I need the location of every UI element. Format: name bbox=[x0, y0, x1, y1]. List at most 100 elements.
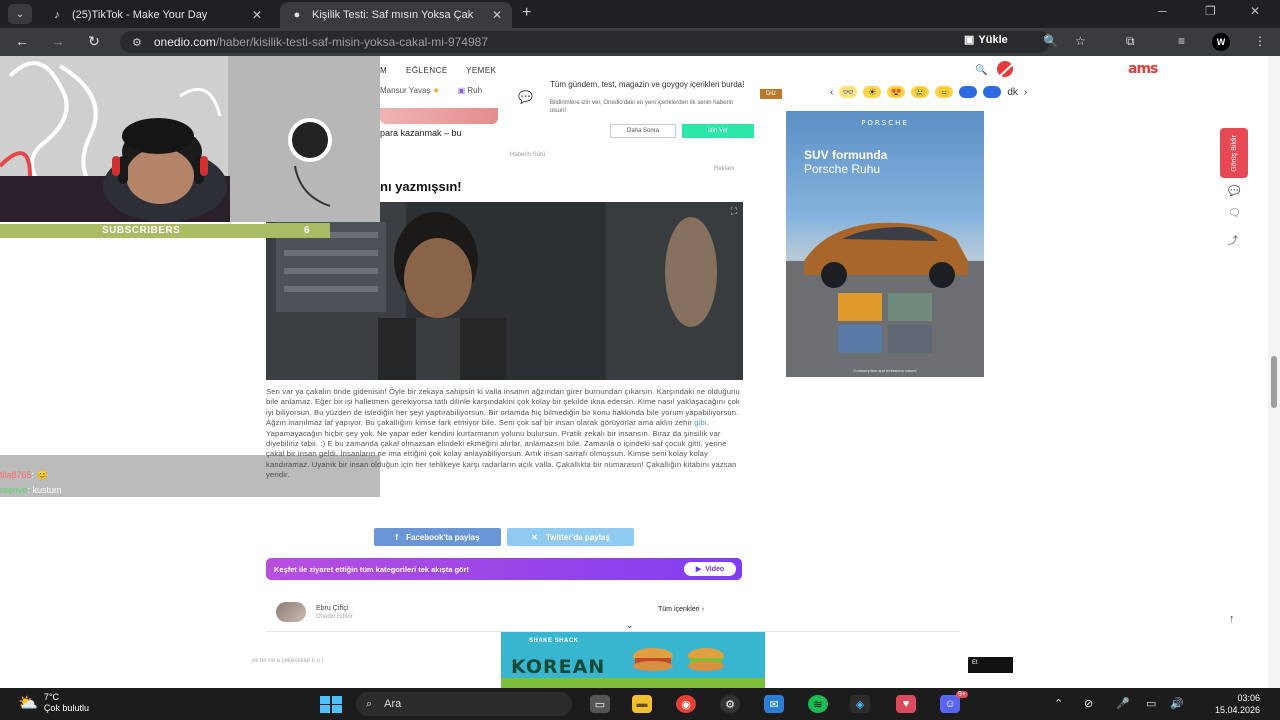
fullscreen-icon[interactable]: ⛶ bbox=[731, 206, 737, 217]
faded-side-text: ek bir ne a çekeceklar k u l bbox=[252, 658, 324, 664]
onedio-logo[interactable] bbox=[996, 60, 1022, 78]
share-facebook-button[interactable]: f Facebook'ta paylaş bbox=[374, 528, 501, 546]
page-scrollbar[interactable] bbox=[1268, 56, 1280, 688]
weather-widget[interactable]: ⛅ 7°C Çok bulutlu bbox=[18, 692, 89, 714]
extensions-icon[interactable]: ⧉ bbox=[1126, 34, 1135, 49]
mail-icon[interactable]: ✉ bbox=[764, 695, 784, 713]
ams-logo[interactable]: ams bbox=[1128, 61, 1158, 77]
chat-icon[interactable]: 🗨 bbox=[1228, 208, 1241, 219]
search-icon: ⌕ bbox=[366, 697, 373, 710]
category-tag[interactable]: Dilz bbox=[760, 89, 782, 99]
media-icon[interactable]: ≡ bbox=[1178, 34, 1185, 48]
discord-icon[interactable]: ☺ bbox=[940, 695, 960, 713]
menu-icon[interactable]: ⋮ bbox=[1254, 34, 1266, 48]
minimize-button[interactable]: ─ bbox=[1158, 4, 1167, 18]
tab-tiktok[interactable]: ♪ (25)TikTok - Make Your Day ✕ bbox=[40, 2, 272, 28]
news-snippet[interactable]: para kazanmak – bu bbox=[380, 128, 462, 138]
clock-time: 03:06 bbox=[1237, 693, 1260, 703]
reaction-blue2-icon[interactable] bbox=[983, 86, 1002, 98]
nav-item-yemek[interactable]: YEMEK bbox=[466, 66, 497, 75]
task-view-icon[interactable]: ▭ bbox=[590, 695, 610, 713]
car-illustration bbox=[786, 222, 984, 377]
explore-text: Keşfet ile ziyaret ettiğin tüm kategoril… bbox=[274, 564, 470, 574]
author-role: Onedio Editör bbox=[316, 614, 353, 620]
chevron-down-icon[interactable]: ⌄ bbox=[626, 620, 634, 631]
prev-icon[interactable]: ‹ bbox=[830, 87, 833, 98]
subscriber-goal-bar: SUBSCRIBERS 6 bbox=[0, 223, 330, 238]
tab-search-button[interactable]: ⌄ bbox=[8, 4, 32, 24]
porsche-ad[interactable]: PORSCHE SUV formunda Porsche Ruhu Consum… bbox=[786, 111, 984, 377]
reaction-meh-icon[interactable]: 😑 bbox=[935, 86, 954, 98]
back-icon[interactable]: ← bbox=[12, 33, 32, 49]
inline-link[interactable]: gibi bbox=[694, 418, 706, 427]
reaction-sad-icon[interactable]: 😢 bbox=[911, 86, 930, 98]
scrollbar-thumb[interactable] bbox=[1271, 356, 1277, 408]
reaction-blue-icon[interactable] bbox=[959, 86, 978, 98]
chat-message: reenve: kustum bbox=[0, 485, 62, 495]
taskbar-search[interactable]: ⌕ Ara bbox=[356, 692, 572, 716]
next-icon[interactable]: › bbox=[1024, 87, 1027, 98]
share-icon[interactable]: ⤴ bbox=[1228, 232, 1238, 247]
close-window-button[interactable]: ✕ bbox=[1250, 4, 1260, 18]
reload-icon[interactable]: ↻ bbox=[84, 33, 104, 50]
system-clock[interactable]: 03:06 15.04.2026 bbox=[1202, 692, 1260, 716]
forward-icon[interactable]: → bbox=[48, 33, 68, 49]
reaction-more[interactable]: dk bbox=[1007, 87, 1018, 98]
explore-banner[interactable]: Keşfet ile ziyaret ettiğin tüm kategoril… bbox=[266, 558, 742, 580]
subscriber-progress bbox=[0, 222, 266, 224]
allow-button[interactable]: İzin Ver bbox=[682, 124, 754, 138]
share-twitter-button[interactable]: ✕ Twitter'da paylaş bbox=[507, 528, 634, 546]
news-thumbnail[interactable] bbox=[380, 108, 498, 124]
profile-avatar[interactable]: W bbox=[1212, 33, 1230, 51]
nav-item-eglence[interactable]: EĞLENCE bbox=[406, 66, 448, 75]
spotify-icon[interactable]: ≋ bbox=[808, 695, 828, 713]
video-button[interactable]: ▶ Video bbox=[684, 562, 736, 576]
tab-onedio[interactable]: ● Kişilik Testi: Saf mısın Yoksa Çak ✕ bbox=[280, 2, 512, 28]
windows-start-icon[interactable] bbox=[320, 696, 342, 713]
site-info-icon[interactable]: ⚙ bbox=[132, 36, 142, 49]
feedback-button[interactable]: Görüş Bildir bbox=[1220, 128, 1248, 178]
result-gif: ⛶ bbox=[266, 202, 743, 380]
tiktok-icon: ♪ bbox=[54, 9, 60, 21]
new-tab-button[interactable]: + bbox=[522, 4, 531, 22]
scroll-top-icon[interactable]: ↑ bbox=[1229, 613, 1235, 625]
install-button[interactable]: ▣ Yükle bbox=[964, 33, 1008, 47]
reaction-glasses-icon[interactable]: 👓 bbox=[839, 86, 858, 98]
reaction-sun-icon[interactable]: ☀ bbox=[863, 86, 882, 98]
author-avatar[interactable] bbox=[276, 602, 306, 622]
ticker-item[interactable]: Mansur Yavaş ★ ▣ Ruh bbox=[380, 86, 482, 95]
ad-badge[interactable]: Et bbox=[968, 657, 1013, 673]
network-off-icon[interactable]: ⊘ bbox=[1084, 697, 1093, 710]
onedio-icon: ● bbox=[293, 9, 301, 21]
close-tab-icon[interactable]: ✕ bbox=[492, 8, 502, 22]
microphone-icon[interactable]: 🎤 bbox=[1116, 697, 1130, 710]
steam-icon[interactable]: ⚙ bbox=[720, 695, 740, 713]
bookmark-star-icon[interactable]: ☆ bbox=[1075, 34, 1086, 48]
chrome-icon[interactable]: ◉ bbox=[676, 695, 696, 713]
zoom-icon[interactable]: 🔍 bbox=[1043, 34, 1058, 48]
tray-chevron-icon[interactable]: ⌃ bbox=[1054, 697, 1063, 710]
app-icon[interactable]: ◈ bbox=[850, 695, 870, 713]
later-button[interactable]: Daha Sonra bbox=[610, 124, 676, 138]
site-search-icon[interactable]: 🔍 bbox=[975, 65, 987, 76]
emote-icon: 😊 bbox=[36, 470, 48, 480]
burger-illustration bbox=[501, 648, 765, 688]
notification-prompt: 💬 Tüm gündem, test, magazin ve goygoy iç… bbox=[518, 80, 754, 138]
address-bar[interactable]: ⚙ onedio.com/haber/kisilik-testi-saf-mis… bbox=[120, 31, 1050, 53]
browser-toolbar: ← → ↻ ⚙ onedio.com/haber/kisilik-testi-s… bbox=[0, 28, 1280, 56]
volume-icon[interactable]: 🔊 bbox=[1170, 697, 1184, 710]
comment-icon[interactable]: 💬 bbox=[1228, 186, 1240, 197]
close-tab-icon[interactable]: ✕ bbox=[252, 8, 262, 22]
reaction-love-icon[interactable]: 😍 bbox=[887, 86, 906, 98]
display-icon[interactable]: ▭ bbox=[1146, 697, 1156, 710]
file-explorer-icon[interactable]: ▬ bbox=[632, 695, 652, 713]
ad-kicker: Haberin Sürü bbox=[510, 152, 546, 158]
app-red-icon[interactable]: ♥ bbox=[896, 695, 916, 713]
nav-item-m[interactable]: M bbox=[380, 66, 387, 75]
author-name[interactable]: Ebru Çiftçi bbox=[316, 605, 348, 612]
windows-taskbar: ⛅ 7°C Çok bulutlu ⌕ Ara ▭ ▬ ◉ ⚙ ✉ ≋ ◈ ♥ ☺… bbox=[0, 688, 1280, 720]
restore-button[interactable]: ❐ bbox=[1205, 4, 1216, 18]
all-content-link[interactable]: Tüm içerikleri › bbox=[658, 606, 704, 613]
shake-shack-ad[interactable]: SHAKE SHACK KOREAN bbox=[501, 632, 765, 688]
subscribers-label: SUBSCRIBERS bbox=[102, 225, 181, 236]
